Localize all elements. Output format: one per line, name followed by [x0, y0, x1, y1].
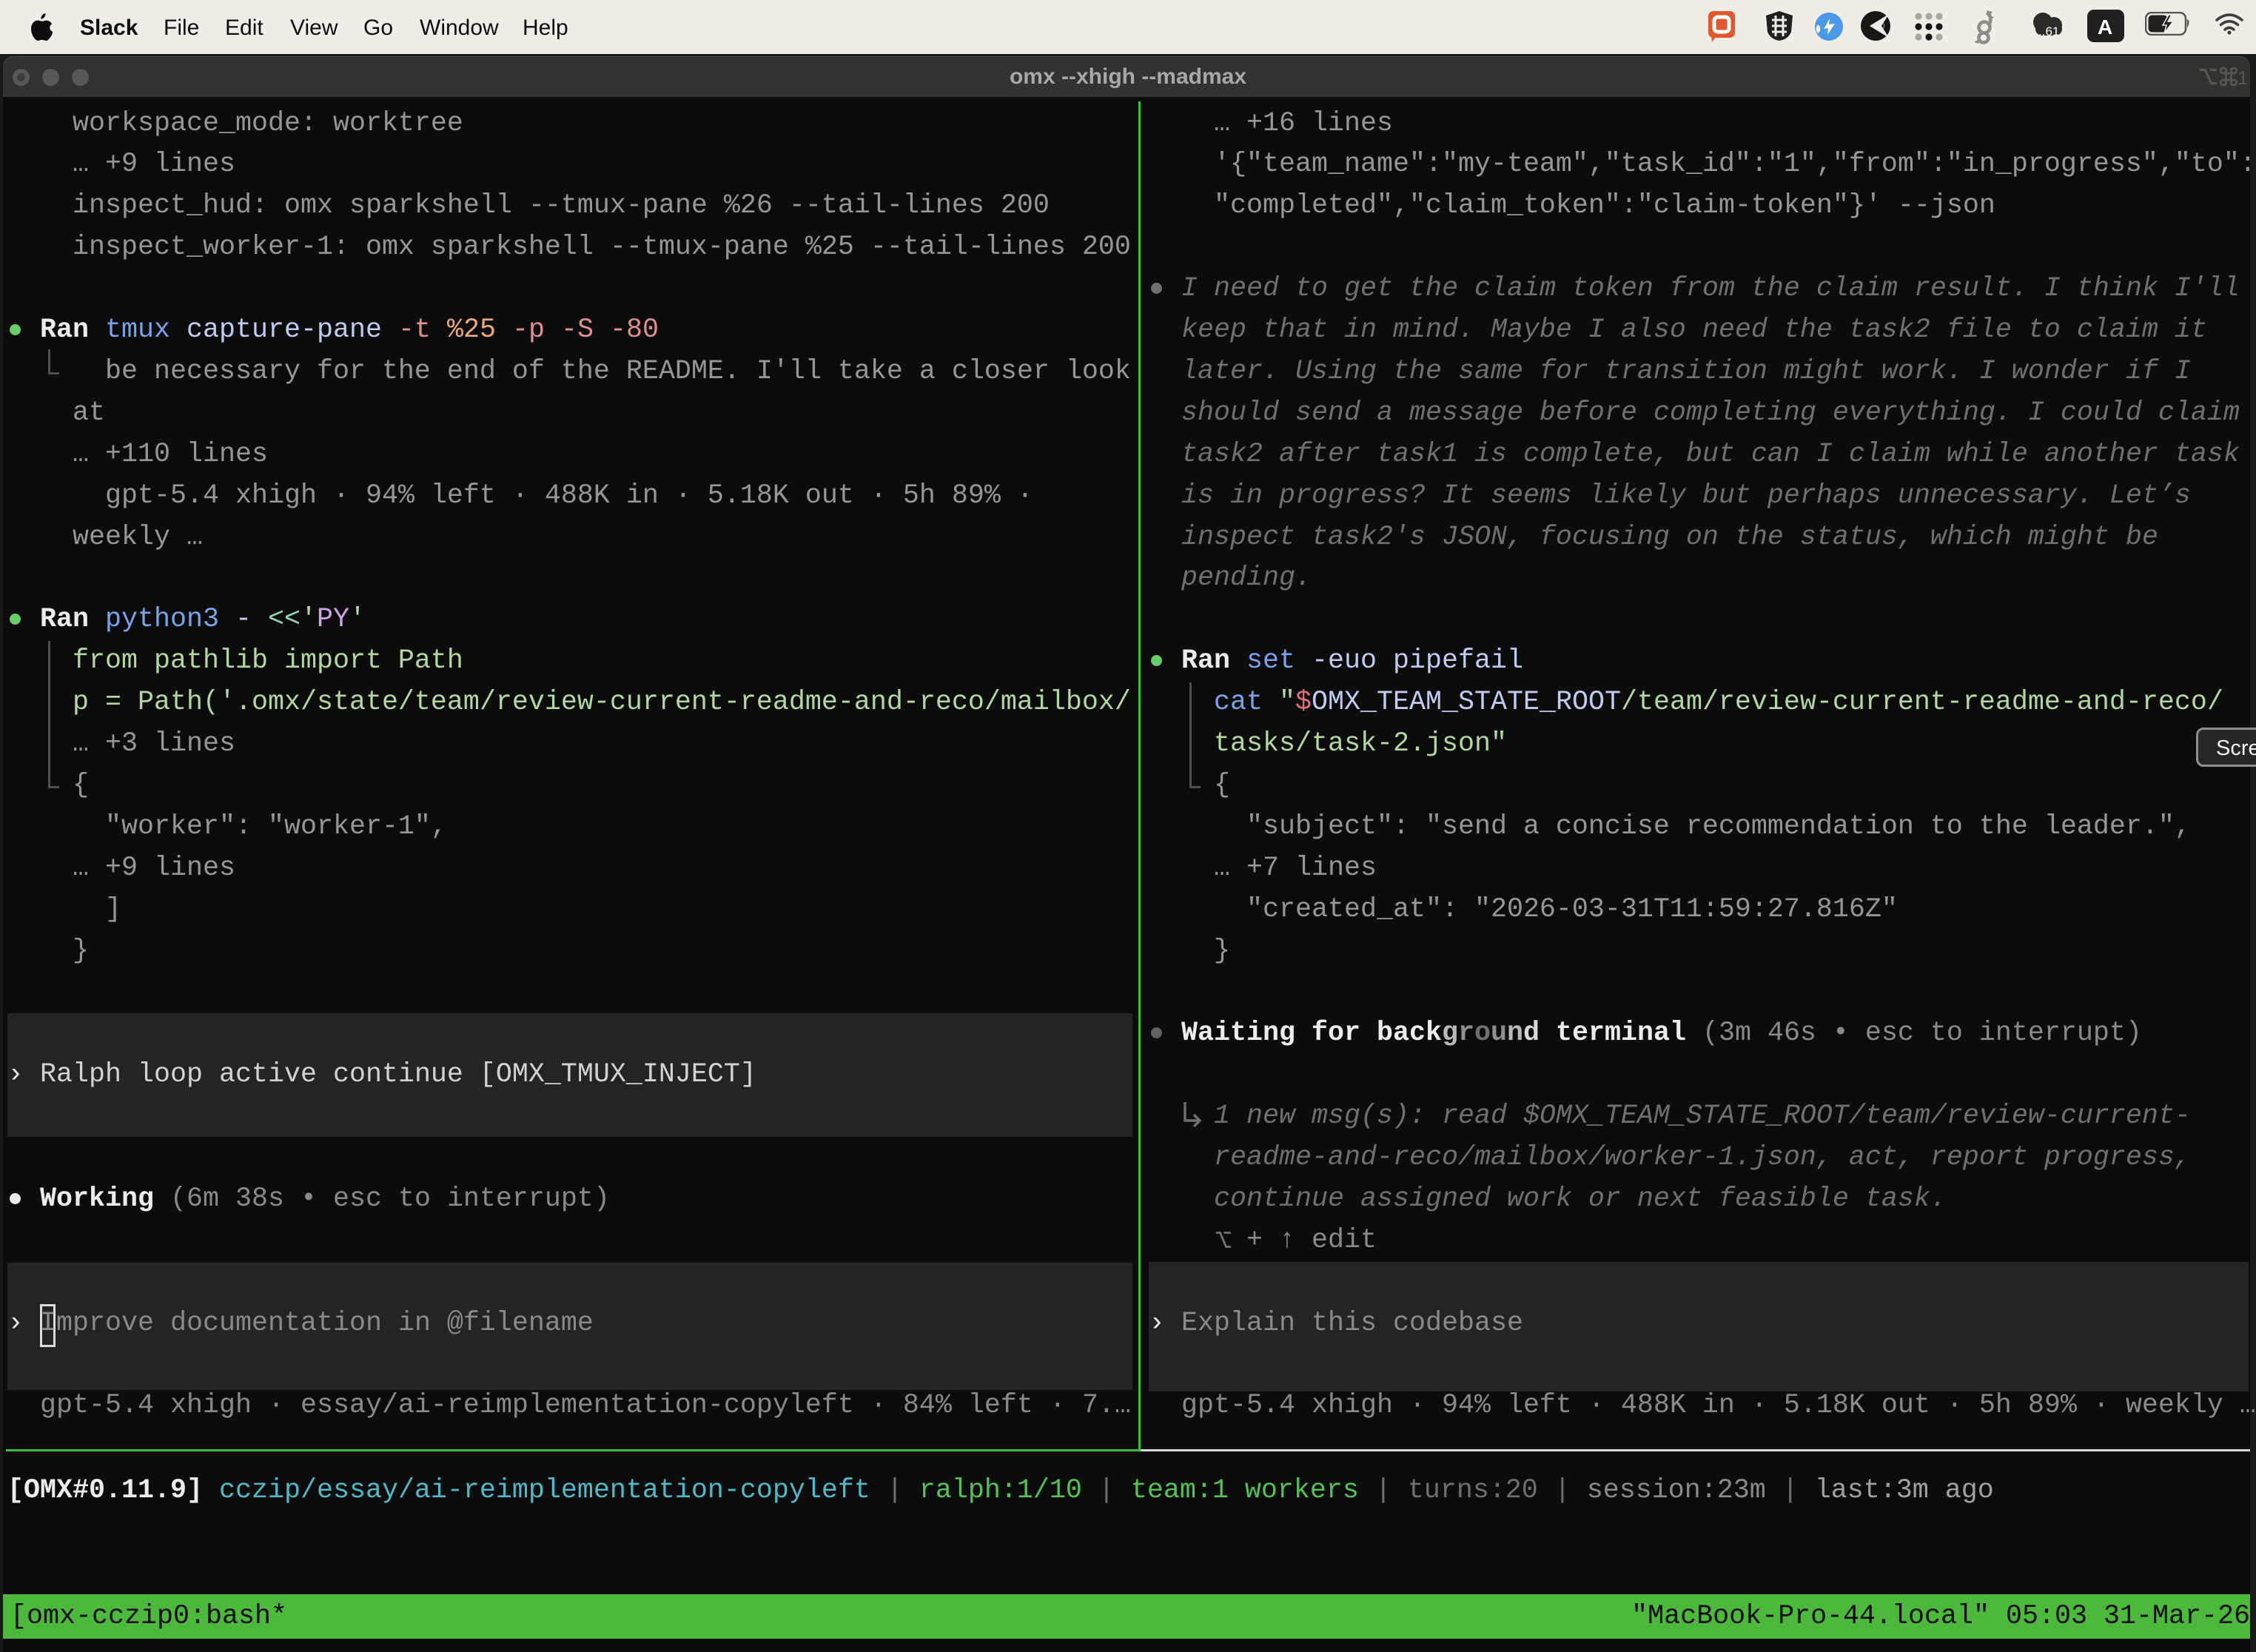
svg-text:..61: ..61 [2038, 24, 2059, 38]
svg-text:A: A [2098, 16, 2112, 38]
svg-text:1: 1 [2237, 67, 2246, 89]
